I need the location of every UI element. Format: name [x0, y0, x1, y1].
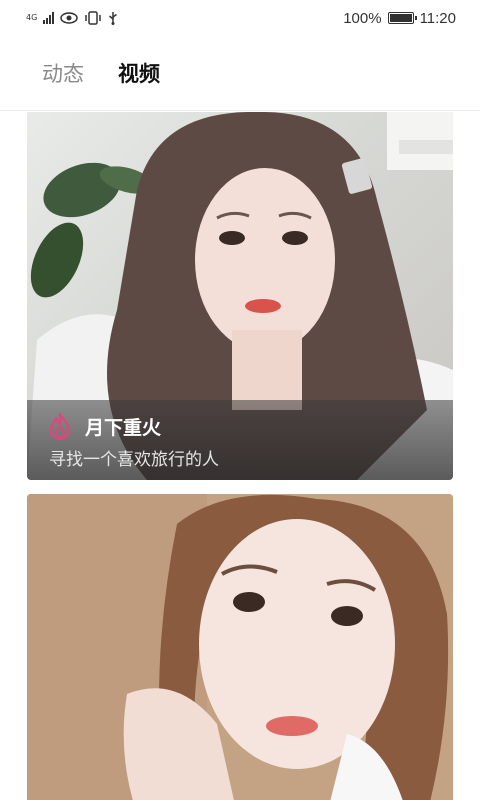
status-right: 100% 11:20	[343, 10, 456, 27]
video-card[interactable]: 月下重火 寻找一个喜欢旅行的人	[27, 112, 453, 480]
network-type: 4G	[26, 14, 37, 22]
status-left-icons: 4G	[26, 11, 118, 25]
eye-icon	[60, 12, 79, 24]
tab-bar: 动态 视频	[0, 36, 480, 111]
card-username: 月下重火	[85, 416, 162, 439]
usb-icon	[109, 12, 118, 25]
fire-icon	[49, 412, 71, 440]
battery-fill	[389, 14, 412, 22]
status-bar: 4G 100% 11:20	[0, 0, 480, 36]
video-thumbnail	[27, 494, 453, 800]
battery-icon	[387, 12, 417, 24]
signal-icon	[43, 12, 55, 24]
card-name-row: 月下重火	[47, 412, 161, 440]
tab-dynamic[interactable]: 动态	[42, 58, 84, 88]
vibrate-icon	[85, 11, 102, 25]
card-description: 寻找一个喜欢旅行的人	[49, 450, 219, 470]
network-type-label: 4G	[26, 13, 38, 22]
video-feed[interactable]: 月下重火 寻找一个喜欢旅行的人	[0, 112, 480, 800]
video-card[interactable]	[27, 494, 453, 800]
clock: 11:20	[419, 9, 456, 27]
tab-video[interactable]: 视频	[118, 58, 160, 88]
battery-percent: 100%	[343, 9, 382, 27]
thumbnail-illustration	[27, 494, 453, 800]
